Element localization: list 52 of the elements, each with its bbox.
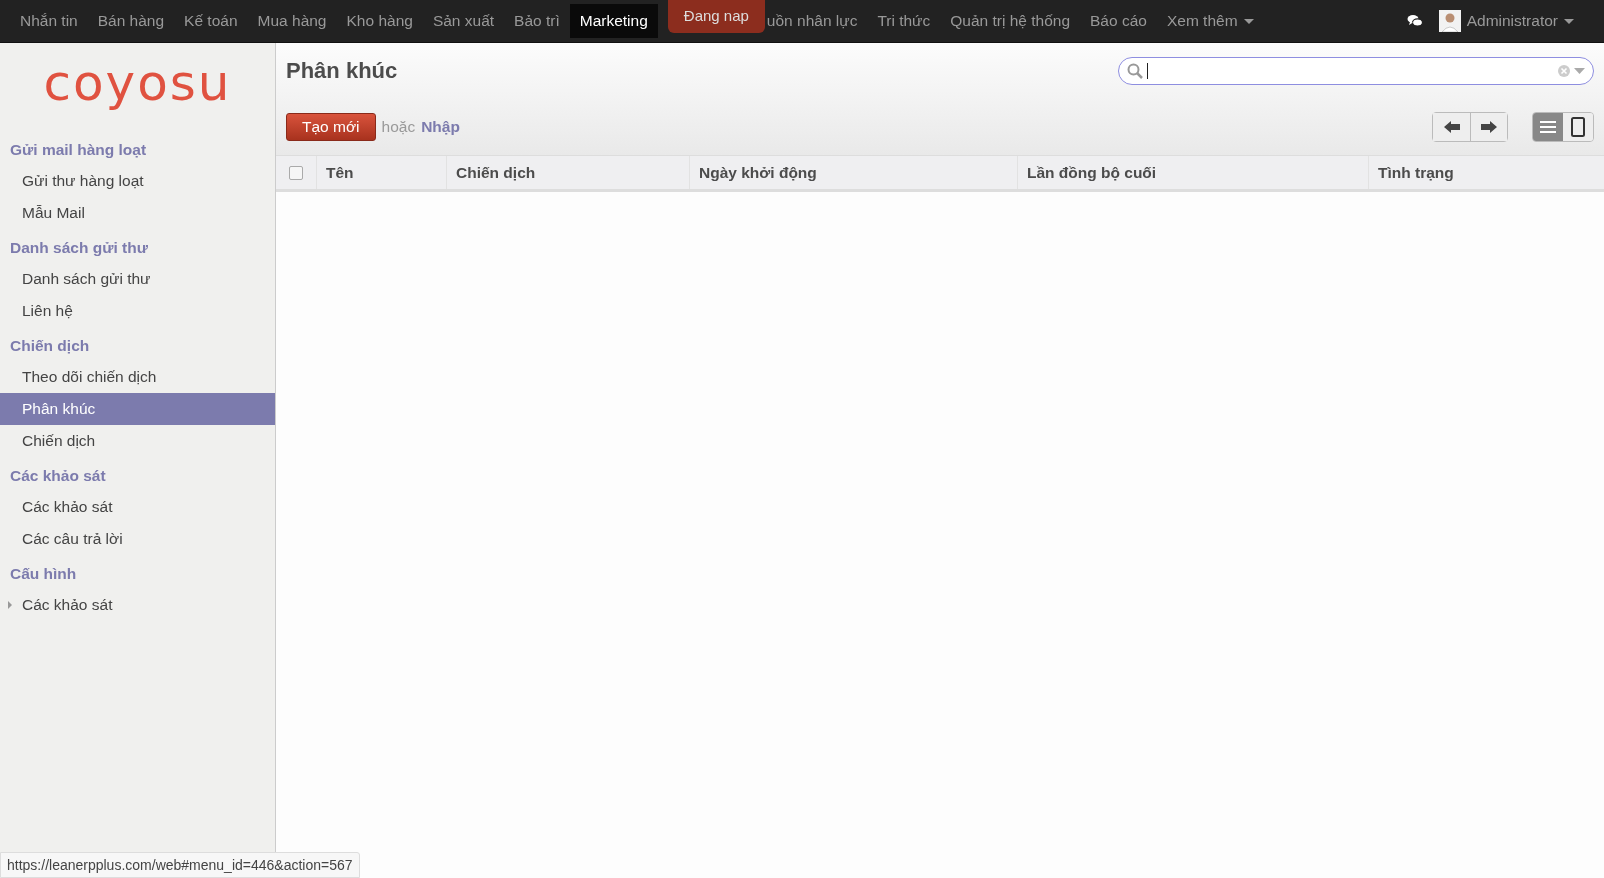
sidebar-item[interactable]: Danh sách gửi thư: [0, 263, 275, 295]
sidebar-item[interactable]: Liên hệ: [0, 295, 275, 327]
column-header[interactable]: Ngày khởi động: [690, 156, 1018, 189]
top-menu-item[interactable]: Bảo trì: [504, 4, 570, 38]
sidebar-item[interactable]: Chiến dịch: [0, 425, 275, 457]
top-menu-item[interactable]: Xem thêm: [1156, 4, 1264, 38]
top-menu-item[interactable]: Sản xuất: [422, 4, 505, 38]
search-field[interactable]: [1118, 57, 1594, 85]
list-icon: [1540, 121, 1556, 133]
user-menu[interactable]: Administrator: [1466, 12, 1574, 30]
top-menu-item[interactable]: Kế toán: [174, 4, 248, 38]
search-icon: [1127, 63, 1143, 79]
dropdown-caret-icon[interactable]: [1574, 67, 1585, 75]
sidebar-item[interactable]: Gửi thư hàng loạt: [0, 165, 275, 197]
sidebar-heading: Danh sách gửi thư: [9, 238, 149, 258]
sidebar-item[interactable]: Mẫu Mail: [0, 197, 275, 229]
logo: coyosu: [42, 53, 233, 114]
column-header[interactable]: Tên: [317, 156, 447, 189]
column-header[interactable]: Lần đồng bộ cuối: [1018, 156, 1369, 189]
chat-icon[interactable]: [1406, 14, 1423, 28]
sidebar-heading: Gửi mail hàng loạt: [9, 140, 148, 160]
page-title: Phân khúc: [286, 58, 398, 84]
import-link[interactable]: Nhập: [421, 118, 460, 136]
top-menu-item[interactable]: Marketing: [569, 4, 658, 38]
sidebar-heading: Các khảo sát: [9, 466, 107, 486]
sidebar-heading: Chiến dịch: [9, 336, 91, 356]
top-menu-item[interactable]: Kho hàng: [336, 4, 423, 38]
or-text: hoặc: [381, 118, 416, 136]
top-menu-item[interactable]: Mua hàng: [247, 4, 337, 38]
top-menu-item[interactable]: Bán hàng: [87, 4, 175, 38]
column-header[interactable]: Chiến dịch: [447, 156, 690, 189]
sidebar-item[interactable]: Theo dõi chiến dịch: [0, 361, 275, 393]
left-arrow-icon: [1443, 121, 1460, 133]
top-menu-item[interactable]: uồn nhân lực: [764, 4, 868, 38]
sidebar-item[interactable]: Các khảo sát: [0, 491, 275, 523]
sidebar-item[interactable]: Các khảo sát: [0, 589, 275, 621]
right-arrow-icon: [1481, 121, 1497, 133]
top-menu-item[interactable]: Nhắn tin: [10, 4, 88, 38]
next-button[interactable]: [1470, 113, 1507, 141]
avatar-icon: [1438, 10, 1461, 32]
status-url: https://leanerpplus.com/web#menu_id=446&action=567: [0, 852, 360, 878]
column-header[interactable]: Tình trạng: [1369, 156, 1604, 189]
sidebar-item[interactable]: Các câu trả lời: [0, 523, 275, 555]
form-icon: [1571, 117, 1585, 137]
top-menu-item[interactable]: Tri thức: [867, 4, 941, 38]
top-menu-item[interactable]: Báo cáo: [1080, 4, 1157, 38]
select-all-checkbox[interactable]: [289, 165, 303, 180]
sidebar-item[interactable]: Phân khúc: [0, 393, 275, 425]
loading-toast: Đang nap: [667, 0, 765, 33]
sidebar-heading: Cấu hình: [9, 564, 78, 584]
create-button[interactable]: Tạo mới: [286, 113, 376, 141]
top-menu-item[interactable]: Quản trị hệ thống: [940, 4, 1081, 38]
